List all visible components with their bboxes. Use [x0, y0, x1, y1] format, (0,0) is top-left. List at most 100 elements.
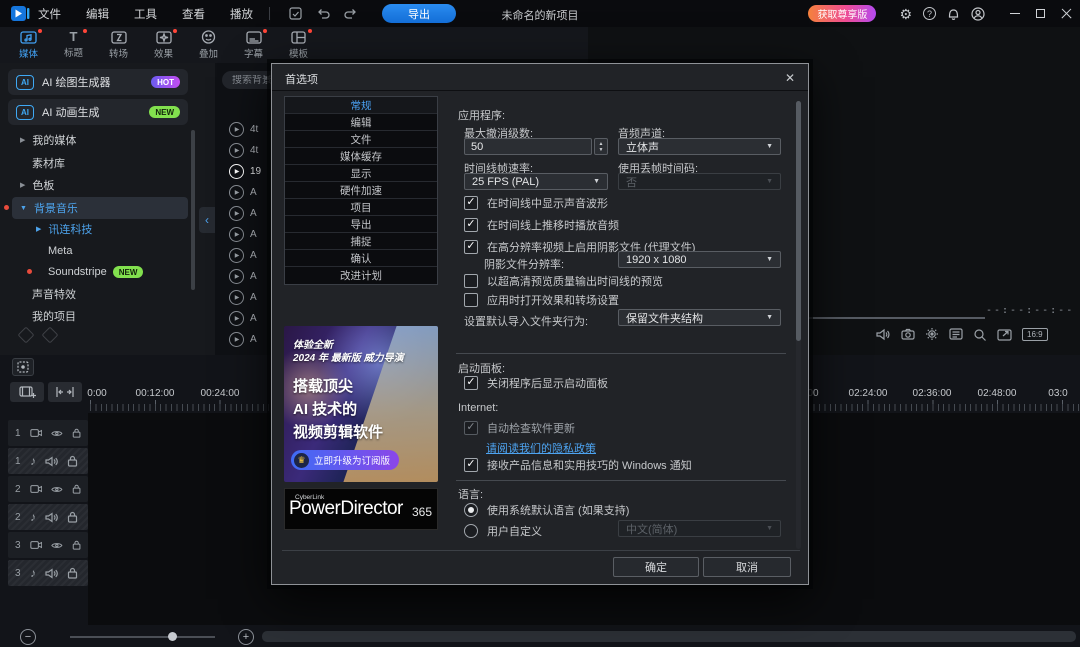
- settings-gear-icon[interactable]: ⚙: [899, 7, 912, 21]
- media-row[interactable]: ▶A: [229, 184, 257, 200]
- collapse-arrow-icon[interactable]: ▼: [20, 205, 27, 212]
- checkbox-uhd-preview[interactable]: 以超高清预览质量输出时间线的预览: [464, 273, 663, 289]
- play-icon[interactable]: ▶: [229, 311, 244, 326]
- room-subtitle[interactable]: 字幕: [231, 27, 276, 63]
- speaker-toggle-icon[interactable]: [45, 456, 58, 467]
- zoom-tool-icon[interactable]: [973, 328, 987, 341]
- room-overlay[interactable]: 叠加: [186, 27, 231, 63]
- expand-arrow-icon[interactable]: ▶: [20, 181, 25, 189]
- room-effects[interactable]: 效果: [141, 27, 186, 63]
- play-icon[interactable]: ▶: [229, 164, 244, 179]
- lock-toggle-icon[interactable]: [67, 455, 78, 467]
- eye-toggle-icon[interactable]: [51, 485, 63, 494]
- play-icon[interactable]: ▶: [229, 248, 244, 263]
- redo-icon[interactable]: [340, 8, 362, 20]
- privacy-policy-link[interactable]: 请阅读我们的隐私政策: [486, 440, 596, 456]
- menu-tools[interactable]: 工具: [134, 6, 157, 22]
- play-icon[interactable]: ▶: [229, 332, 244, 347]
- play-icon[interactable]: ▶: [229, 290, 244, 305]
- mute-speaker-icon[interactable]: [876, 328, 891, 341]
- max-undo-input[interactable]: [465, 139, 591, 154]
- save-icon[interactable]: [284, 7, 306, 20]
- track-manager-button[interactable]: [12, 358, 34, 376]
- lock-toggle-icon[interactable]: [72, 483, 81, 495]
- speaker-toggle-icon[interactable]: [45, 512, 58, 523]
- menu-file[interactable]: 文件: [38, 6, 61, 22]
- room-title[interactable]: T 标题: [51, 27, 96, 63]
- checkbox-show-launch-panel[interactable]: ✓ 关闭程序后显示启动面板: [464, 375, 608, 391]
- zoom-in-button[interactable]: +: [238, 629, 254, 645]
- play-icon[interactable]: ▶: [229, 227, 244, 242]
- lock-toggle-icon[interactable]: [72, 427, 81, 439]
- tab-improvement-program[interactable]: 改进计划: [285, 267, 437, 284]
- tab-file[interactable]: 文件: [285, 131, 437, 148]
- import-behavior-select[interactable]: 保留文件夹结构 ▼: [618, 309, 781, 326]
- notifications-bell-icon[interactable]: [947, 7, 960, 21]
- radio-system-language[interactable]: 使用系统默认语言 (如果支持): [464, 502, 629, 518]
- preview-quality-icon[interactable]: [925, 327, 939, 341]
- tab-editing[interactable]: 编辑: [285, 114, 437, 131]
- lock-toggle-icon[interactable]: [67, 511, 78, 523]
- spinner-control[interactable]: ▲ ▼: [594, 138, 608, 155]
- dialog-close-button[interactable]: ✕: [782, 70, 798, 86]
- menu-edit[interactable]: 编辑: [86, 6, 109, 22]
- room-transition[interactable]: 转场: [96, 27, 141, 63]
- tab-confirmation[interactable]: 确认: [285, 250, 437, 267]
- media-row[interactable]: ▶A: [229, 205, 257, 221]
- sidebar-scrollbar[interactable]: [191, 130, 195, 290]
- upgrade-ad-banner[interactable]: 体验全新 2024 年 最新版 威力导演 搭载顶尖 AI 技术的 视频剪辑软件 …: [284, 326, 438, 482]
- ai-animation-generator-button[interactable]: AI AI 动画生成 NEW: [8, 99, 188, 125]
- help-icon[interactable]: ?: [923, 7, 936, 20]
- zoom-slider-handle[interactable]: [168, 632, 177, 641]
- range-select-button[interactable]: [48, 382, 82, 402]
- speaker-toggle-icon[interactable]: [45, 568, 58, 579]
- zoom-out-button[interactable]: −: [20, 629, 36, 645]
- lock-toggle-icon[interactable]: [72, 539, 81, 551]
- export-button[interactable]: 导出: [382, 4, 456, 23]
- media-row[interactable]: ▶A: [229, 331, 257, 347]
- sidebar-item-meta[interactable]: Meta: [48, 241, 72, 261]
- media-row[interactable]: ▶A: [229, 226, 257, 242]
- display-options-icon[interactable]: [949, 328, 963, 340]
- undo-icon[interactable]: [312, 8, 334, 20]
- play-icon[interactable]: ▶: [229, 122, 244, 137]
- upgrade-cta-button[interactable]: ♛ 立即升级为订阅版: [291, 450, 399, 470]
- tab-hardware-acceleration[interactable]: 硬件加速: [285, 182, 437, 199]
- timeline-horizontal-scrollbar[interactable]: [262, 631, 1076, 642]
- window-minimize-button[interactable]: [1010, 13, 1020, 15]
- snapshot-camera-icon[interactable]: [901, 328, 915, 340]
- tab-project[interactable]: 项目: [285, 199, 437, 216]
- sidebar-item-cyberlink[interactable]: ▶ 讯连科技: [36, 219, 92, 239]
- get-premium-button[interactable]: 获取尊享版: [808, 5, 876, 22]
- expand-arrow-icon[interactable]: ▶: [36, 225, 41, 233]
- add-track-button[interactable]: [10, 382, 44, 402]
- spin-down-icon[interactable]: ▼: [599, 147, 604, 153]
- play-icon[interactable]: ▶: [229, 206, 244, 221]
- room-template[interactable]: 模板: [276, 27, 321, 63]
- timeline-zoom-slider[interactable]: [70, 636, 215, 638]
- window-close-button[interactable]: [1061, 8, 1072, 19]
- collapse-sidebar-handle[interactable]: ‹: [199, 207, 215, 233]
- media-row[interactable]: ▶4t: [229, 121, 258, 137]
- audio-channels-select[interactable]: 立体声 ▼: [618, 138, 781, 155]
- media-row[interactable]: ▶A: [229, 310, 257, 326]
- sidebar-item-stock-library[interactable]: 素材库: [32, 153, 65, 173]
- tab-general[interactable]: 常规: [285, 97, 437, 114]
- tab-capture[interactable]: 捕捉: [285, 233, 437, 250]
- checkbox-show-waveform[interactable]: ✓ 在时间线中显示声音波形: [464, 195, 608, 211]
- timeline-fps-select[interactable]: 25 FPS (PAL) ▼: [464, 173, 608, 190]
- tab-produce[interactable]: 导出: [285, 216, 437, 233]
- scrollbar-thumb[interactable]: [796, 101, 801, 341]
- eye-toggle-icon[interactable]: [51, 429, 63, 438]
- checkbox-open-settings[interactable]: 应用时打开效果和转场设置: [464, 292, 619, 308]
- sidebar-item-soundstripe[interactable]: Soundstripe NEW: [48, 262, 143, 282]
- sidebar-item-my-projects[interactable]: 我的项目: [32, 306, 76, 326]
- lock-toggle-icon[interactable]: [67, 567, 78, 579]
- media-row[interactable]: ▶A: [229, 247, 257, 263]
- play-icon[interactable]: ▶: [229, 185, 244, 200]
- sidebar-item-my-media[interactable]: ▶ 我的媒体: [20, 130, 76, 150]
- media-row[interactable]: ▶A: [229, 268, 257, 284]
- menu-view[interactable]: 查看: [182, 6, 205, 22]
- ai-image-generator-button[interactable]: AI AI 绘图生成器 HOT: [8, 69, 188, 95]
- menu-play[interactable]: 播放: [230, 6, 253, 22]
